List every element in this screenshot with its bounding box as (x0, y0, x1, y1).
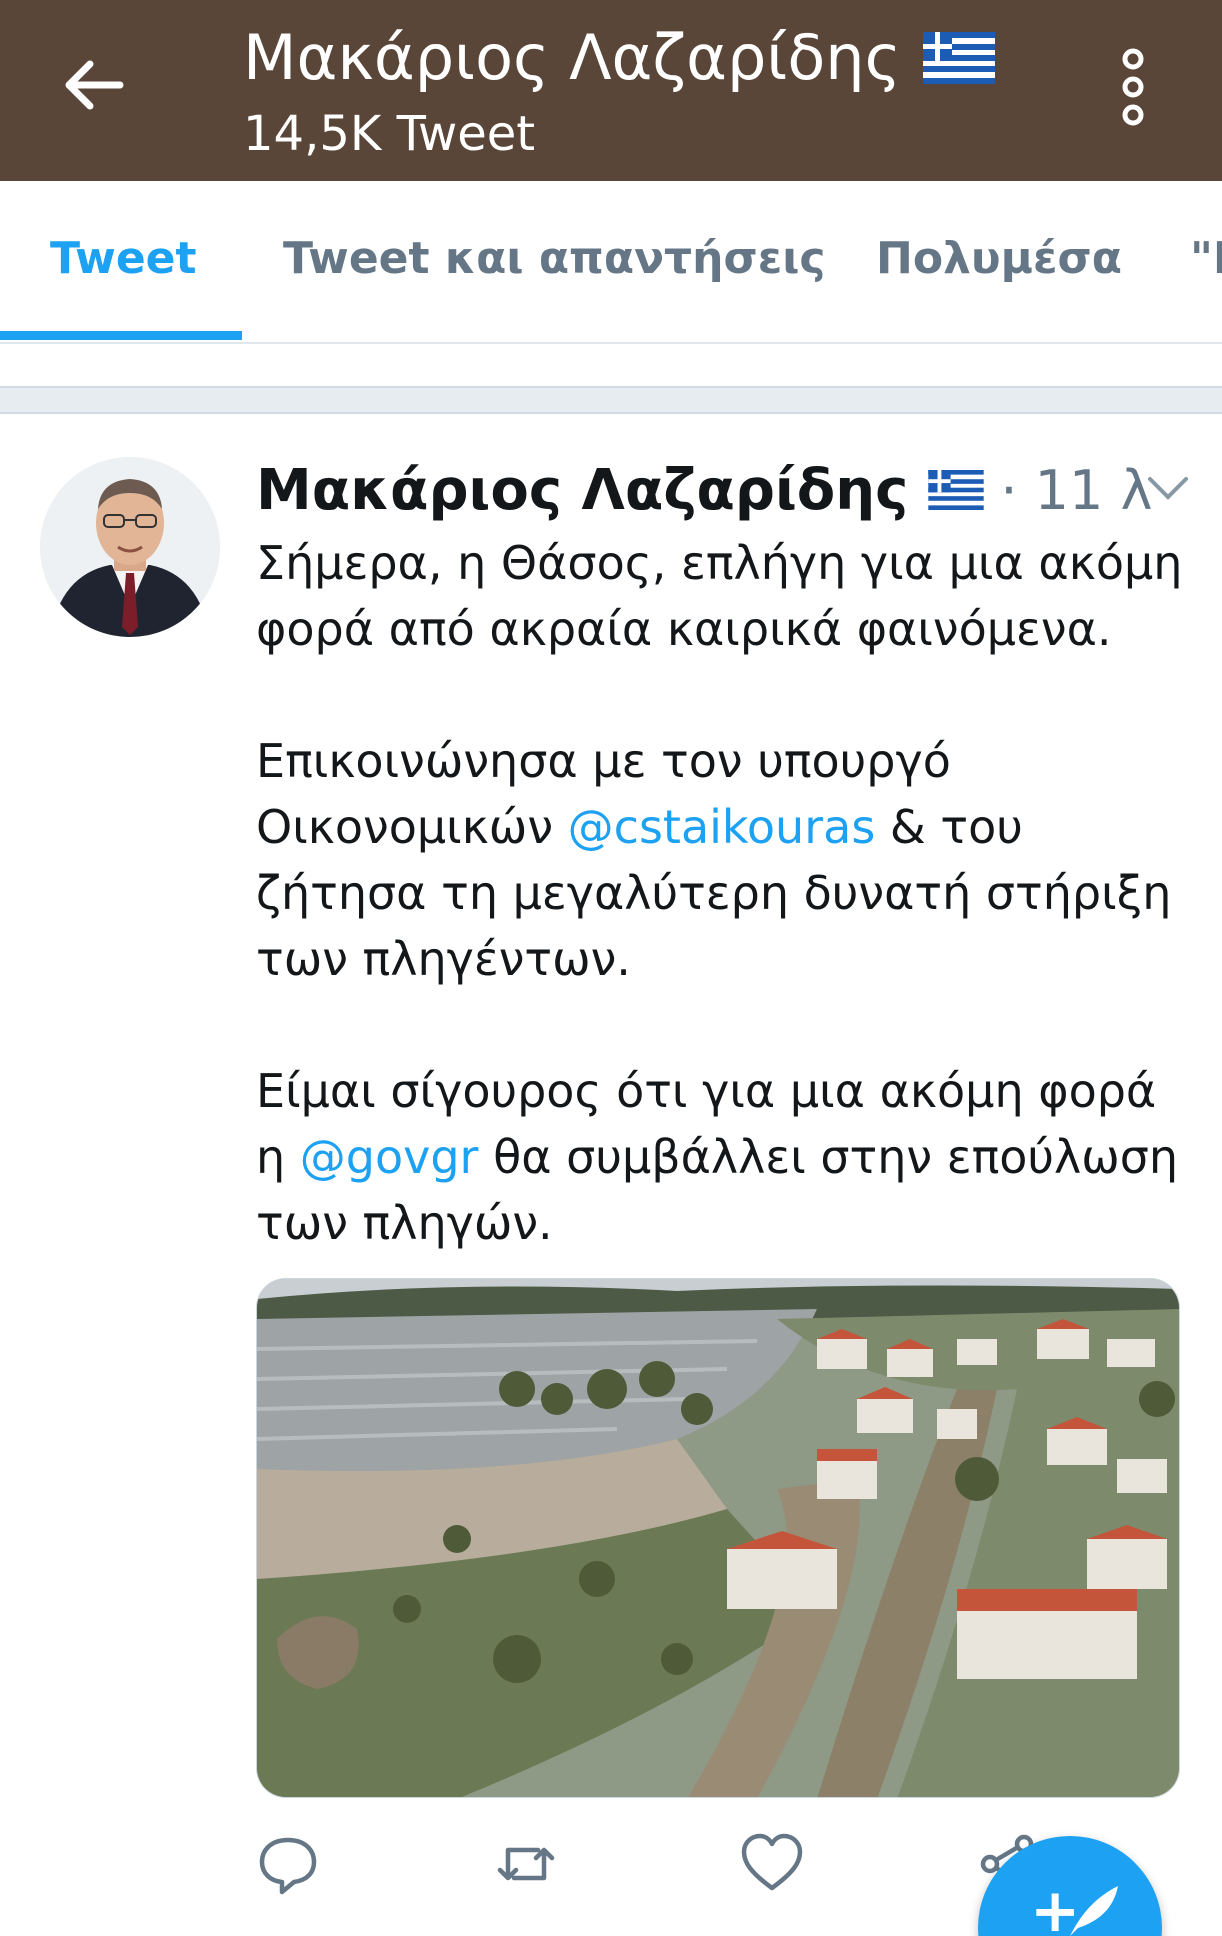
profile-header: Μακάριος Λαζαρίδης 14,5K Tweet (0, 0, 1222, 181)
like-icon (741, 1833, 803, 1891)
tweet-menu-button[interactable] (1146, 473, 1190, 503)
tweet-paragraph: Σήμερα, η Θάσος, επλήγη για μια ακόμη φο… (256, 536, 1183, 656)
page-title: Μακάριος Λαζαρίδης (243, 21, 901, 94)
feather-icon (1070, 1886, 1118, 1936)
active-tab-indicator (0, 331, 242, 340)
tab-likes[interactable]: "Μ (1190, 229, 1222, 289)
author-name[interactable]: Μακάριος Λαζαρίδης (256, 458, 908, 523)
greek-flag-icon (928, 470, 985, 510)
tweet-photo[interactable] (256, 1278, 1180, 1798)
retweet-icon (497, 1847, 555, 1881)
profile-photo (40, 457, 220, 637)
reply-icon (259, 1837, 317, 1895)
tweet-timestamp[interactable]: · 11 λ (1000, 459, 1152, 522)
greek-flag-icon (922, 32, 995, 84)
profile-tabs: Tweet Tweet και απαντήσεις Πολυμέσα "Μ (0, 181, 1222, 344)
tweet-header: Μακάριος Λαζαρίδης · 11 λ (256, 455, 1188, 525)
retweet-button[interactable] (494, 1832, 558, 1896)
header-title-row: Μακάριος Λαζαρίδης (243, 18, 995, 98)
more-vertical-icon (1122, 48, 1144, 126)
tweet-paragraph: Είμαι σίγουρος ότι για μια ακόμη φορά η … (256, 1064, 1179, 1250)
tweet-count: 14,5K Tweet (243, 106, 536, 162)
tab-tweets-and-replies[interactable]: Tweet και απαντήσεις (283, 229, 825, 289)
more-options-button[interactable] (1108, 48, 1158, 126)
avatar[interactable] (40, 457, 220, 637)
mention-link[interactable]: @cstaikouras (568, 800, 876, 854)
tab-media[interactable]: Πολυμέσα (876, 229, 1122, 289)
section-divider (0, 386, 1222, 414)
like-button[interactable] (740, 1832, 804, 1896)
arrow-left-icon (65, 60, 124, 110)
aerial-photo-flooded-village (257, 1279, 1179, 1797)
chevron-down-icon (1148, 477, 1188, 500)
tweet-text: Σήμερα, η Θάσος, επλήγη για μια ακόμη φο… (256, 530, 1186, 1256)
mention-link[interactable]: @govgr (300, 1130, 479, 1184)
tweet-paragraph: Επικοινώνησα με τον υπουργό Οικονομικών … (256, 734, 1172, 986)
back-button[interactable] (58, 50, 128, 120)
tab-tweets[interactable]: Tweet (50, 229, 197, 289)
reply-button[interactable] (256, 1832, 320, 1896)
